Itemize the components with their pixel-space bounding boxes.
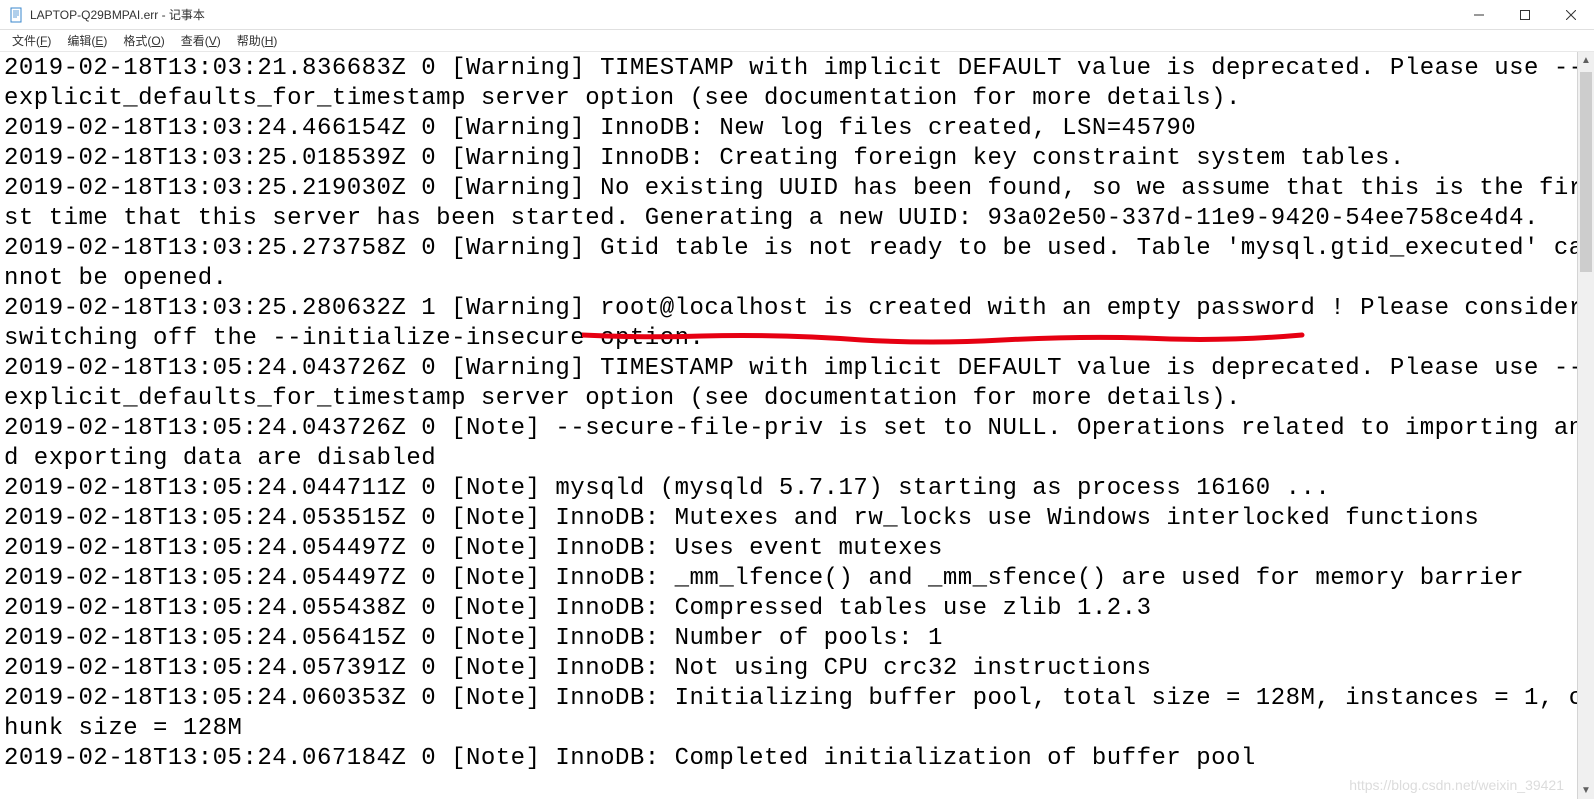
window-controls xyxy=(1456,0,1594,29)
titlebar-left: LAPTOP-Q29BMPAI.err - 记事本 xyxy=(8,6,205,23)
menu-help[interactable]: 帮助(H) xyxy=(229,30,286,51)
scroll-up-arrow[interactable]: ▲ xyxy=(1578,52,1594,69)
menu-edit[interactable]: 编辑(E) xyxy=(59,30,115,51)
minimize-button[interactable] xyxy=(1456,0,1502,29)
notepad-icon xyxy=(8,7,24,23)
menu-view[interactable]: 查看(V) xyxy=(173,30,229,51)
vertical-scrollbar[interactable]: ▲ ▼ xyxy=(1577,52,1594,799)
maximize-button[interactable] xyxy=(1502,0,1548,29)
menubar: 文件(F) 编辑(E) 格式(O) 查看(V) 帮助(H) xyxy=(0,30,1594,52)
menu-file[interactable]: 文件(F) xyxy=(4,30,59,51)
text-editor[interactable]: 2019-02-18T13:03:21.836683Z 0 [Warning] … xyxy=(0,52,1594,776)
scroll-thumb[interactable] xyxy=(1580,72,1592,272)
scroll-down-arrow[interactable]: ▼ xyxy=(1578,782,1594,799)
content-area: 2019-02-18T13:03:21.836683Z 0 [Warning] … xyxy=(0,52,1594,799)
menu-format[interactable]: 格式(O) xyxy=(115,30,172,51)
window-title: LAPTOP-Q29BMPAI.err - 记事本 xyxy=(30,6,205,23)
titlebar: LAPTOP-Q29BMPAI.err - 记事本 xyxy=(0,0,1594,30)
close-button[interactable] xyxy=(1548,0,1594,29)
